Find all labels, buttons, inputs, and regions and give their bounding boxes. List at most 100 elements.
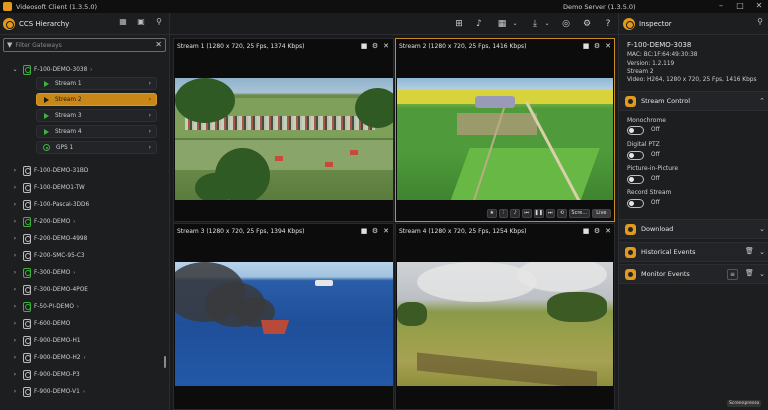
tree-item-device[interactable]: › F-900-DEMO-V1 › [11, 385, 85, 398]
skip-back-icon[interactable]: ⏮ [521, 209, 532, 218]
historical-events-section[interactable]: Historical Events 🗑 ⌄ [619, 242, 768, 262]
chevron-right-icon[interactable]: › [149, 144, 151, 151]
layout-grid-icon[interactable]: ▦ [496, 18, 508, 30]
chevron-right-icon[interactable]: › [149, 112, 151, 119]
tree-item-device[interactable]: › F-900-DEMO-P3 [11, 368, 80, 381]
record-stream-toggle[interactable] [627, 199, 644, 208]
pin-icon[interactable]: ⚲ [154, 17, 164, 27]
stream-item-4[interactable]: Stream 4 › [36, 125, 157, 138]
grid-view-icon[interactable]: ▦ [118, 17, 128, 27]
pause-icon[interactable]: ❚❚ [533, 209, 544, 218]
chevron-right-icon[interactable]: › [11, 184, 19, 191]
chevron-right-icon[interactable]: › [149, 96, 151, 103]
skip-forward-icon[interactable]: ⏭ [545, 209, 556, 218]
tree-item-device[interactable]: › F-200-DEMO-4998 [11, 232, 87, 245]
pin-icon[interactable]: ⚲ [755, 17, 765, 27]
help-icon[interactable]: ? [602, 18, 614, 30]
chevron-right-icon[interactable]: › [11, 235, 19, 242]
tree-item-device[interactable]: › F-100-Pascal-3DD6 [11, 198, 89, 211]
gear-icon[interactable]: ⚙ [593, 227, 601, 235]
camera-icon[interactable]: ■ [360, 42, 368, 50]
chevron-right-icon[interactable]: › [11, 218, 19, 225]
picture-in-picture-toggle[interactable] [627, 175, 644, 184]
close-icon[interactable]: ✕ [604, 42, 612, 50]
filter-gateways-input[interactable]: ▼ Filter Gateways ✕ [3, 38, 166, 52]
camera-icon[interactable]: ■ [360, 227, 368, 235]
gear-icon[interactable]: ⚙ [371, 227, 379, 235]
clear-filter-icon[interactable]: ✕ [155, 40, 162, 49]
video-tile-2[interactable]: Stream 2 (1280 x 720, 25 Fps, 1416 Kbps)… [395, 38, 615, 222]
video-feed[interactable] [175, 78, 393, 200]
gps-item-1[interactable]: GPS 1 › [36, 141, 157, 154]
chevron-up-icon[interactable]: ⌃ [759, 97, 765, 105]
close-icon[interactable]: ✕ [382, 42, 390, 50]
video-feed[interactable] [175, 262, 393, 386]
digital-ptz-toggle[interactable] [627, 151, 644, 160]
chevron-right-icon[interactable]: › [11, 320, 19, 327]
stream-item-3[interactable]: Stream 3 › [36, 109, 157, 122]
scrollbar[interactable] [164, 356, 166, 368]
chevron-right-icon[interactable]: › [73, 270, 75, 276]
chevron-right-icon[interactable]: › [11, 303, 19, 310]
timeline-icon[interactable]: ⫶ [498, 209, 509, 218]
gear-icon[interactable]: ⚙ [593, 42, 601, 50]
chevron-right-icon[interactable]: › [11, 269, 19, 276]
tree-item-device[interactable]: › F-900-DEMO-H2 › [11, 351, 86, 364]
download-icon[interactable]: ⤓ [529, 18, 541, 30]
star-icon[interactable]: ★ [487, 209, 497, 218]
stream-control-section[interactable]: Stream Control ⌃ [619, 91, 768, 111]
chevron-right-icon[interactable]: › [11, 201, 19, 208]
chevron-right-icon[interactable]: › [83, 389, 85, 395]
tree-item-device[interactable]: › F-600-DEMO [11, 317, 70, 330]
chevron-down-icon[interactable]: ⌄ [759, 225, 765, 233]
monochrome-toggle[interactable] [627, 126, 644, 135]
video-tile-3[interactable]: Stream 3 (1280 x 720, 25 Fps, 1394 Kbps)… [173, 223, 394, 410]
add-camera-icon[interactable]: ⊞ [453, 18, 465, 30]
tree-item-device[interactable]: › F-200-DEMO › [11, 215, 75, 228]
video-feed[interactable] [397, 262, 613, 386]
video-feed[interactable] [397, 78, 613, 200]
chevron-down-icon[interactable]: ⌄ [11, 66, 19, 73]
maximize-icon[interactable]: □ [735, 1, 745, 11]
screenshot-button[interactable]: Scre... [568, 209, 590, 218]
volume-icon[interactable]: ♪ [510, 209, 520, 218]
trash-icon[interactable]: 🗑 [745, 247, 754, 255]
minimize-icon[interactable]: – [716, 1, 726, 11]
chevron-right-icon[interactable]: › [11, 167, 19, 174]
stream-item-1[interactable]: Stream 1 › [36, 77, 157, 90]
tree-item-device[interactable]: › F-200-SMC-95-C3 [11, 249, 85, 262]
volume-icon[interactable]: ♪ [473, 18, 485, 30]
chevron-right-icon[interactable]: › [11, 388, 19, 395]
camera-icon[interactable]: ■ [582, 42, 590, 50]
chevron-right-icon[interactable]: › [149, 80, 151, 87]
chevron-down-icon[interactable]: ⌄ [759, 248, 765, 256]
chevron-right-icon[interactable]: › [11, 337, 19, 344]
chevron-right-icon[interactable]: › [84, 355, 86, 361]
close-icon[interactable]: ✕ [382, 227, 390, 235]
gear-icon[interactable]: ⚙ [581, 18, 593, 30]
chevron-right-icon[interactable]: › [11, 252, 19, 259]
chevron-down-icon[interactable]: ⌄ [541, 18, 553, 30]
chevron-right-icon[interactable]: › [77, 304, 79, 310]
globe-icon[interactable]: ◎ [560, 18, 572, 30]
tree-item-device[interactable]: › F-300-DEMO-4POE [11, 283, 88, 296]
chevron-right-icon[interactable]: › [73, 219, 75, 225]
close-icon[interactable]: ✕ [604, 227, 612, 235]
chevron-right-icon[interactable]: › [11, 286, 19, 293]
tree-item-device[interactable]: › F-900-DEMO-H1 [11, 334, 81, 347]
monitor-events-section[interactable]: Monitor Events ≡ 🗑 ⌄ [619, 264, 768, 284]
chevron-right-icon[interactable]: › [149, 128, 151, 135]
video-tile-1[interactable]: Stream 1 (1280 x 720, 25 Fps, 1374 Kbps)… [173, 38, 394, 222]
window-icon[interactable]: ▣ [136, 17, 146, 27]
chevron-down-icon[interactable]: ⌄ [759, 270, 765, 278]
chevron-right-icon[interactable]: › [90, 67, 92, 73]
close-icon[interactable]: ✕ [754, 1, 764, 11]
camera-icon[interactable]: ■ [582, 227, 590, 235]
tree-item-expanded-device[interactable]: ⌄ F-100-DEMO-3038 › [11, 63, 92, 76]
tree-item-device[interactable]: › F-100-DEMO1-TW [11, 181, 85, 194]
filter-events-icon[interactable]: ≡ [727, 269, 738, 280]
live-button[interactable]: Live [591, 209, 611, 218]
video-tile-4[interactable]: Stream 4 (1280 x 720, 25 Fps, 1254 Kbps)… [395, 223, 615, 410]
chevron-right-icon[interactable]: › [11, 354, 19, 361]
tree-item-device[interactable]: › F-100-DEMO-31BD [11, 164, 88, 177]
